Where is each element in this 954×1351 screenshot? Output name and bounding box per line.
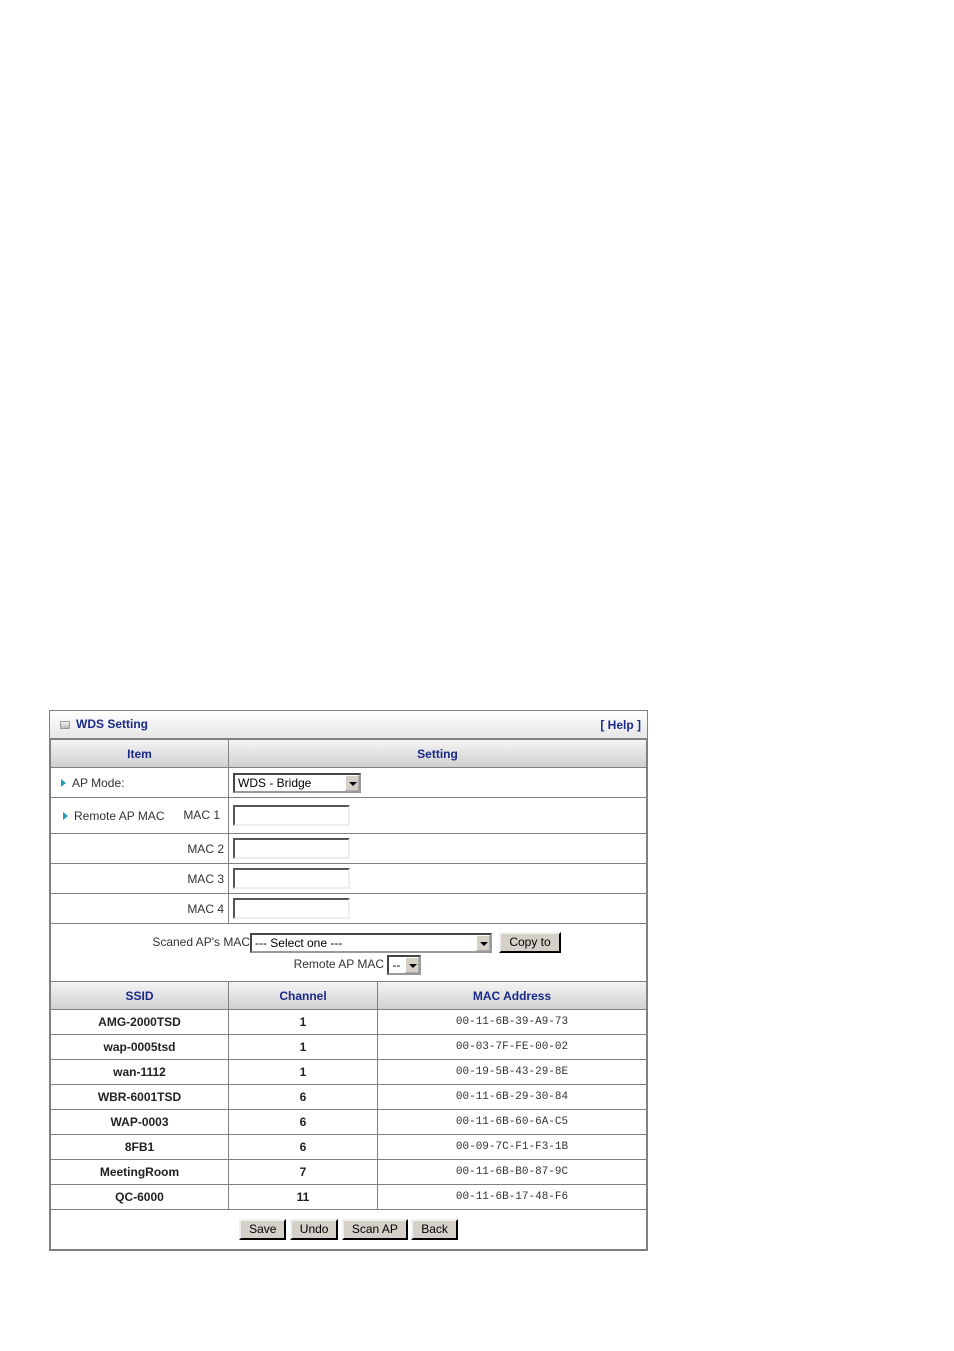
mac-address-cell: 00-11-6B-B0-87-9C [377, 1159, 647, 1185]
mac-address-cell: 00-11-6B-39-A9-73 [377, 1009, 647, 1035]
mac1-label: MAC 1 [183, 808, 220, 822]
channel-cell: 1 [228, 1034, 378, 1060]
bullet-arrow-icon [63, 812, 68, 821]
chevron-down-icon[interactable] [345, 774, 359, 791]
ap-mode-value: WDS - Bridge [238, 775, 312, 790]
help-link[interactable]: [ Help ] [600, 718, 641, 732]
mac-address-cell: 00-09-7C-F1-F3-1B [377, 1134, 647, 1160]
channel-cell: 6 [228, 1134, 378, 1160]
bullet-arrow-icon [61, 779, 66, 788]
scan-row: Scaned AP's MAC --- Select one --- Copy … [50, 923, 647, 982]
ssid-cell: MeetingRoom [50, 1159, 229, 1185]
mac3-row: MAC 3 [50, 863, 647, 894]
channel-cell: 11 [228, 1184, 378, 1210]
ssid-cell: QC-6000 [50, 1184, 229, 1210]
actions-row: Save Undo Scan AP Back [50, 1209, 647, 1250]
header-mac-address: MAC Address [377, 981, 647, 1010]
mac1-row: Remote AP MAC MAC 1 [50, 797, 647, 834]
ap-table-row: AMG-2000TSD 1 00-11-6B-39-A9-73 [50, 1009, 647, 1035]
save-button[interactable]: Save [239, 1219, 287, 1240]
mac4-label: MAC 4 [50, 893, 229, 924]
scanned-mac-label: Scaned AP's MAC [152, 935, 250, 949]
mac4-input[interactable] [233, 898, 350, 919]
mac-address-cell: 00-11-6B-29-30-84 [377, 1084, 647, 1110]
ap-table-row: 8FB1 6 00-09-7C-F1-F3-1B [50, 1134, 647, 1160]
scanned-mac-value: --- Select one --- [254, 935, 343, 950]
ssid-cell: WAP-0003 [50, 1109, 229, 1135]
ap-mode-label: AP Mode: [72, 775, 125, 790]
wds-setting-panel: WDS Setting [ Help ] Item Setting AP Mod… [49, 710, 648, 1251]
chevron-down-icon[interactable] [405, 957, 420, 973]
ap-table-row: QC-6000 11 00-11-6B-17-48-F6 [50, 1184, 647, 1210]
mac2-row: MAC 2 [50, 833, 647, 864]
mac-address-cell: 00-11-6B-60-6A-C5 [377, 1109, 647, 1135]
channel-cell: 1 [228, 1059, 378, 1085]
mac2-input[interactable] [233, 838, 350, 859]
header-channel: Channel [228, 981, 378, 1010]
ssid-cell: wap-0005tsd [50, 1034, 229, 1060]
mac-address-cell: 00-19-5B-43-29-8E [377, 1059, 647, 1085]
ap-table-header-row: SSID Channel MAC Address [50, 981, 647, 1010]
remote-ap-mac-label: Remote AP MAC [74, 808, 165, 823]
channel-cell: 1 [228, 1009, 378, 1035]
ap-mode-select[interactable]: WDS - Bridge [233, 772, 361, 793]
panel-titlebar: WDS Setting [ Help ] [50, 711, 647, 739]
undo-button[interactable]: Undo [289, 1219, 339, 1240]
ap-table-row: WBR-6001TSD 6 00-11-6B-29-30-84 [50, 1084, 647, 1110]
ssid-cell: wan-1112 [50, 1059, 229, 1085]
mac4-row: MAC 4 [50, 893, 647, 924]
scanned-mac-select[interactable]: --- Select one --- [249, 932, 492, 953]
mac1-input[interactable] [233, 805, 350, 826]
header-setting: Setting [228, 739, 647, 768]
back-button[interactable]: Back [411, 1219, 458, 1240]
remote-ap-mac-select-label: Remote AP MAC [293, 957, 385, 972]
mac-address-cell: 00-11-6B-17-48-F6 [377, 1184, 647, 1210]
chevron-down-icon[interactable] [475, 934, 490, 951]
remote-ap-mac-select[interactable]: -- [387, 955, 422, 975]
ssid-cell: AMG-2000TSD [50, 1009, 229, 1035]
mac2-label: MAC 2 [50, 833, 229, 864]
ap-mode-row: AP Mode: WDS - Bridge [50, 767, 647, 798]
settings-table: Item Setting AP Mode: WDS - Bridge Remot… [50, 739, 647, 1250]
settings-header-row: Item Setting [50, 739, 647, 768]
remote-ap-mac-select-value: -- [392, 958, 401, 972]
box-icon [60, 721, 70, 729]
header-ssid: SSID [50, 981, 229, 1010]
ap-table-body: AMG-2000TSD 1 00-11-6B-39-A9-73 wap-0005tsd… [50, 1009, 647, 1210]
ap-table-row: wap-0005tsd 1 00-03-7F-FE-00-02 [50, 1034, 647, 1060]
ap-table-row: WAP-0003 6 00-11-6B-60-6A-C5 [50, 1109, 647, 1135]
ssid-cell: WBR-6001TSD [50, 1084, 229, 1110]
ssid-cell: 8FB1 [50, 1134, 229, 1160]
channel-cell: 6 [228, 1109, 378, 1135]
copy-to-button[interactable]: Copy to [499, 932, 561, 953]
panel-title: WDS Setting [76, 717, 148, 731]
ap-table-row: wan-1112 1 00-19-5B-43-29-8E [50, 1059, 647, 1085]
channel-cell: 7 [228, 1159, 378, 1185]
mac3-label: MAC 3 [50, 863, 229, 894]
header-item: Item [50, 739, 229, 768]
mac3-input[interactable] [233, 868, 350, 889]
mac-address-cell: 00-03-7F-FE-00-02 [377, 1034, 647, 1060]
channel-cell: 6 [228, 1084, 378, 1110]
scan-ap-button[interactable]: Scan AP [341, 1219, 408, 1240]
ap-table-row: MeetingRoom 7 00-11-6B-B0-87-9C [50, 1159, 647, 1185]
